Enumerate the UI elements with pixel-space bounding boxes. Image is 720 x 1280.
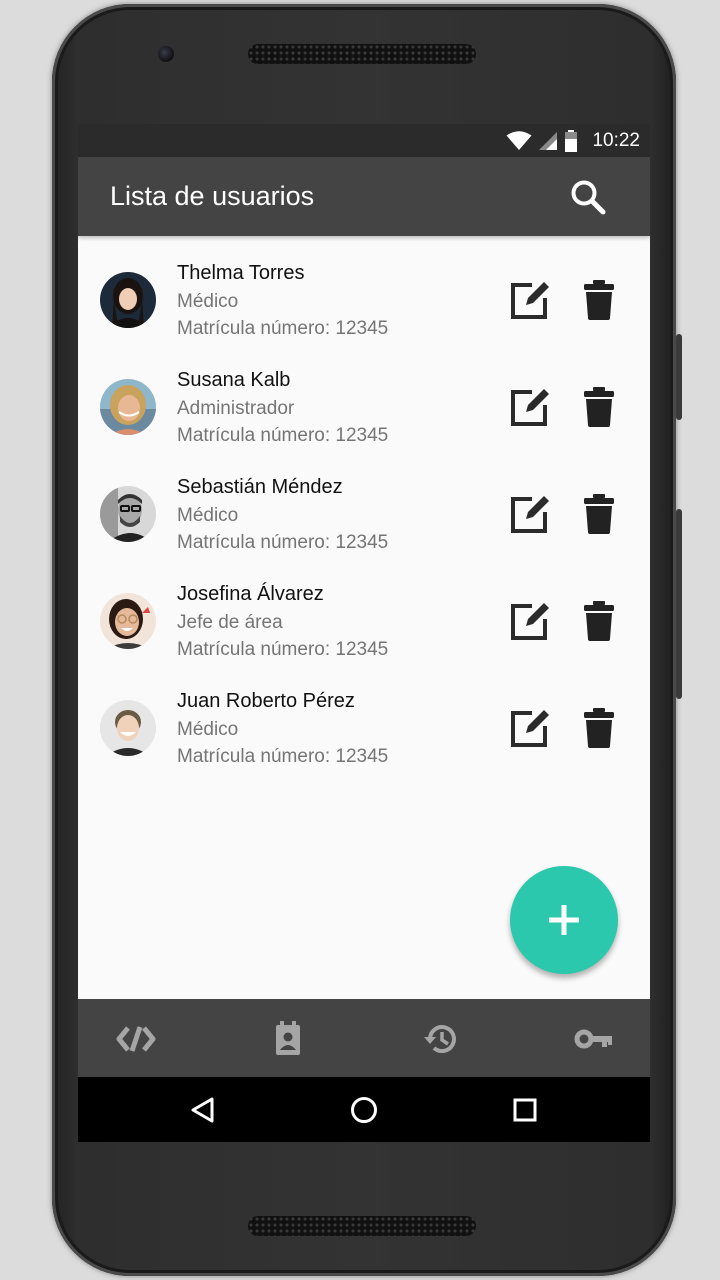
add-user-button[interactable] bbox=[510, 866, 618, 974]
list-item[interactable]: Juan Roberto Pérez Médico Matrícula núme… bbox=[78, 664, 650, 771]
edit-icon[interactable] bbox=[510, 387, 550, 427]
bottom-navigation bbox=[78, 999, 650, 1077]
avatar bbox=[100, 593, 156, 649]
user-matricula: Matrícula número: 12345 bbox=[177, 639, 389, 660]
edit-icon[interactable] bbox=[510, 280, 550, 320]
user-name: Josefina Álvarez bbox=[177, 583, 324, 605]
bottom-speaker bbox=[248, 1216, 476, 1236]
user-matricula: Matrícula número: 12345 bbox=[177, 318, 389, 339]
home-icon[interactable] bbox=[349, 1095, 379, 1125]
plus-icon bbox=[549, 905, 579, 935]
power-button bbox=[676, 334, 682, 420]
user-matricula: Matrícula número: 12345 bbox=[177, 425, 389, 446]
contact-card-icon[interactable] bbox=[268, 1021, 308, 1057]
code-icon[interactable] bbox=[116, 1021, 156, 1057]
trash-icon[interactable] bbox=[582, 601, 616, 641]
trash-icon[interactable] bbox=[582, 387, 616, 427]
list-item[interactable]: Sebastián Méndez Médico Matrícula número… bbox=[78, 450, 650, 557]
app-bar: Lista de usuarios bbox=[78, 157, 650, 236]
user-role: Médico bbox=[177, 505, 239, 526]
avatar bbox=[100, 272, 156, 328]
user-matricula: Matrícula número: 12345 bbox=[177, 532, 389, 553]
avatar bbox=[100, 700, 156, 756]
status-bar: 10:22 bbox=[78, 124, 650, 157]
user-name: Thelma Torres bbox=[177, 262, 305, 284]
key-icon[interactable] bbox=[574, 1021, 614, 1057]
page-title: Lista de usuarios bbox=[110, 181, 315, 211]
edit-icon[interactable] bbox=[510, 708, 550, 748]
top-speaker bbox=[248, 44, 476, 64]
edit-icon[interactable] bbox=[510, 494, 550, 534]
volume-button bbox=[676, 509, 682, 699]
recents-icon[interactable] bbox=[510, 1095, 540, 1125]
user-role: Médico bbox=[177, 291, 239, 312]
user-name: Sebastián Méndez bbox=[177, 476, 343, 498]
trash-icon[interactable] bbox=[582, 280, 616, 320]
trash-icon[interactable] bbox=[582, 494, 616, 534]
user-matricula: Matrícula número: 12345 bbox=[177, 746, 389, 767]
wifi-icon bbox=[506, 130, 532, 150]
search-icon[interactable] bbox=[568, 177, 608, 217]
history-icon[interactable] bbox=[421, 1021, 461, 1057]
edit-icon[interactable] bbox=[510, 601, 550, 641]
trash-icon[interactable] bbox=[582, 708, 616, 748]
signal-icon bbox=[539, 131, 558, 150]
list-item[interactable]: Thelma Torres Médico Matrícula número: 1… bbox=[78, 236, 650, 343]
status-time: 10:22 bbox=[592, 129, 640, 151]
list-item[interactable]: Josefina Álvarez Jefe de área Matrícula … bbox=[78, 557, 650, 664]
user-role: Administrador bbox=[177, 398, 295, 419]
system-navigation-bar bbox=[78, 1077, 650, 1142]
user-name: Juan Roberto Pérez bbox=[177, 690, 355, 712]
back-icon[interactable] bbox=[188, 1095, 218, 1125]
user-name: Susana Kalb bbox=[177, 369, 291, 391]
battery-icon bbox=[565, 129, 578, 152]
list-item[interactable]: Susana Kalb Administrador Matrícula núme… bbox=[78, 343, 650, 450]
front-camera bbox=[158, 46, 174, 62]
user-role: Médico bbox=[177, 719, 239, 740]
avatar bbox=[100, 486, 156, 542]
user-role: Jefe de área bbox=[177, 612, 283, 633]
screen: 10:22 Lista de usuarios Thelma Torres Mé… bbox=[78, 124, 650, 1142]
avatar bbox=[100, 379, 156, 435]
